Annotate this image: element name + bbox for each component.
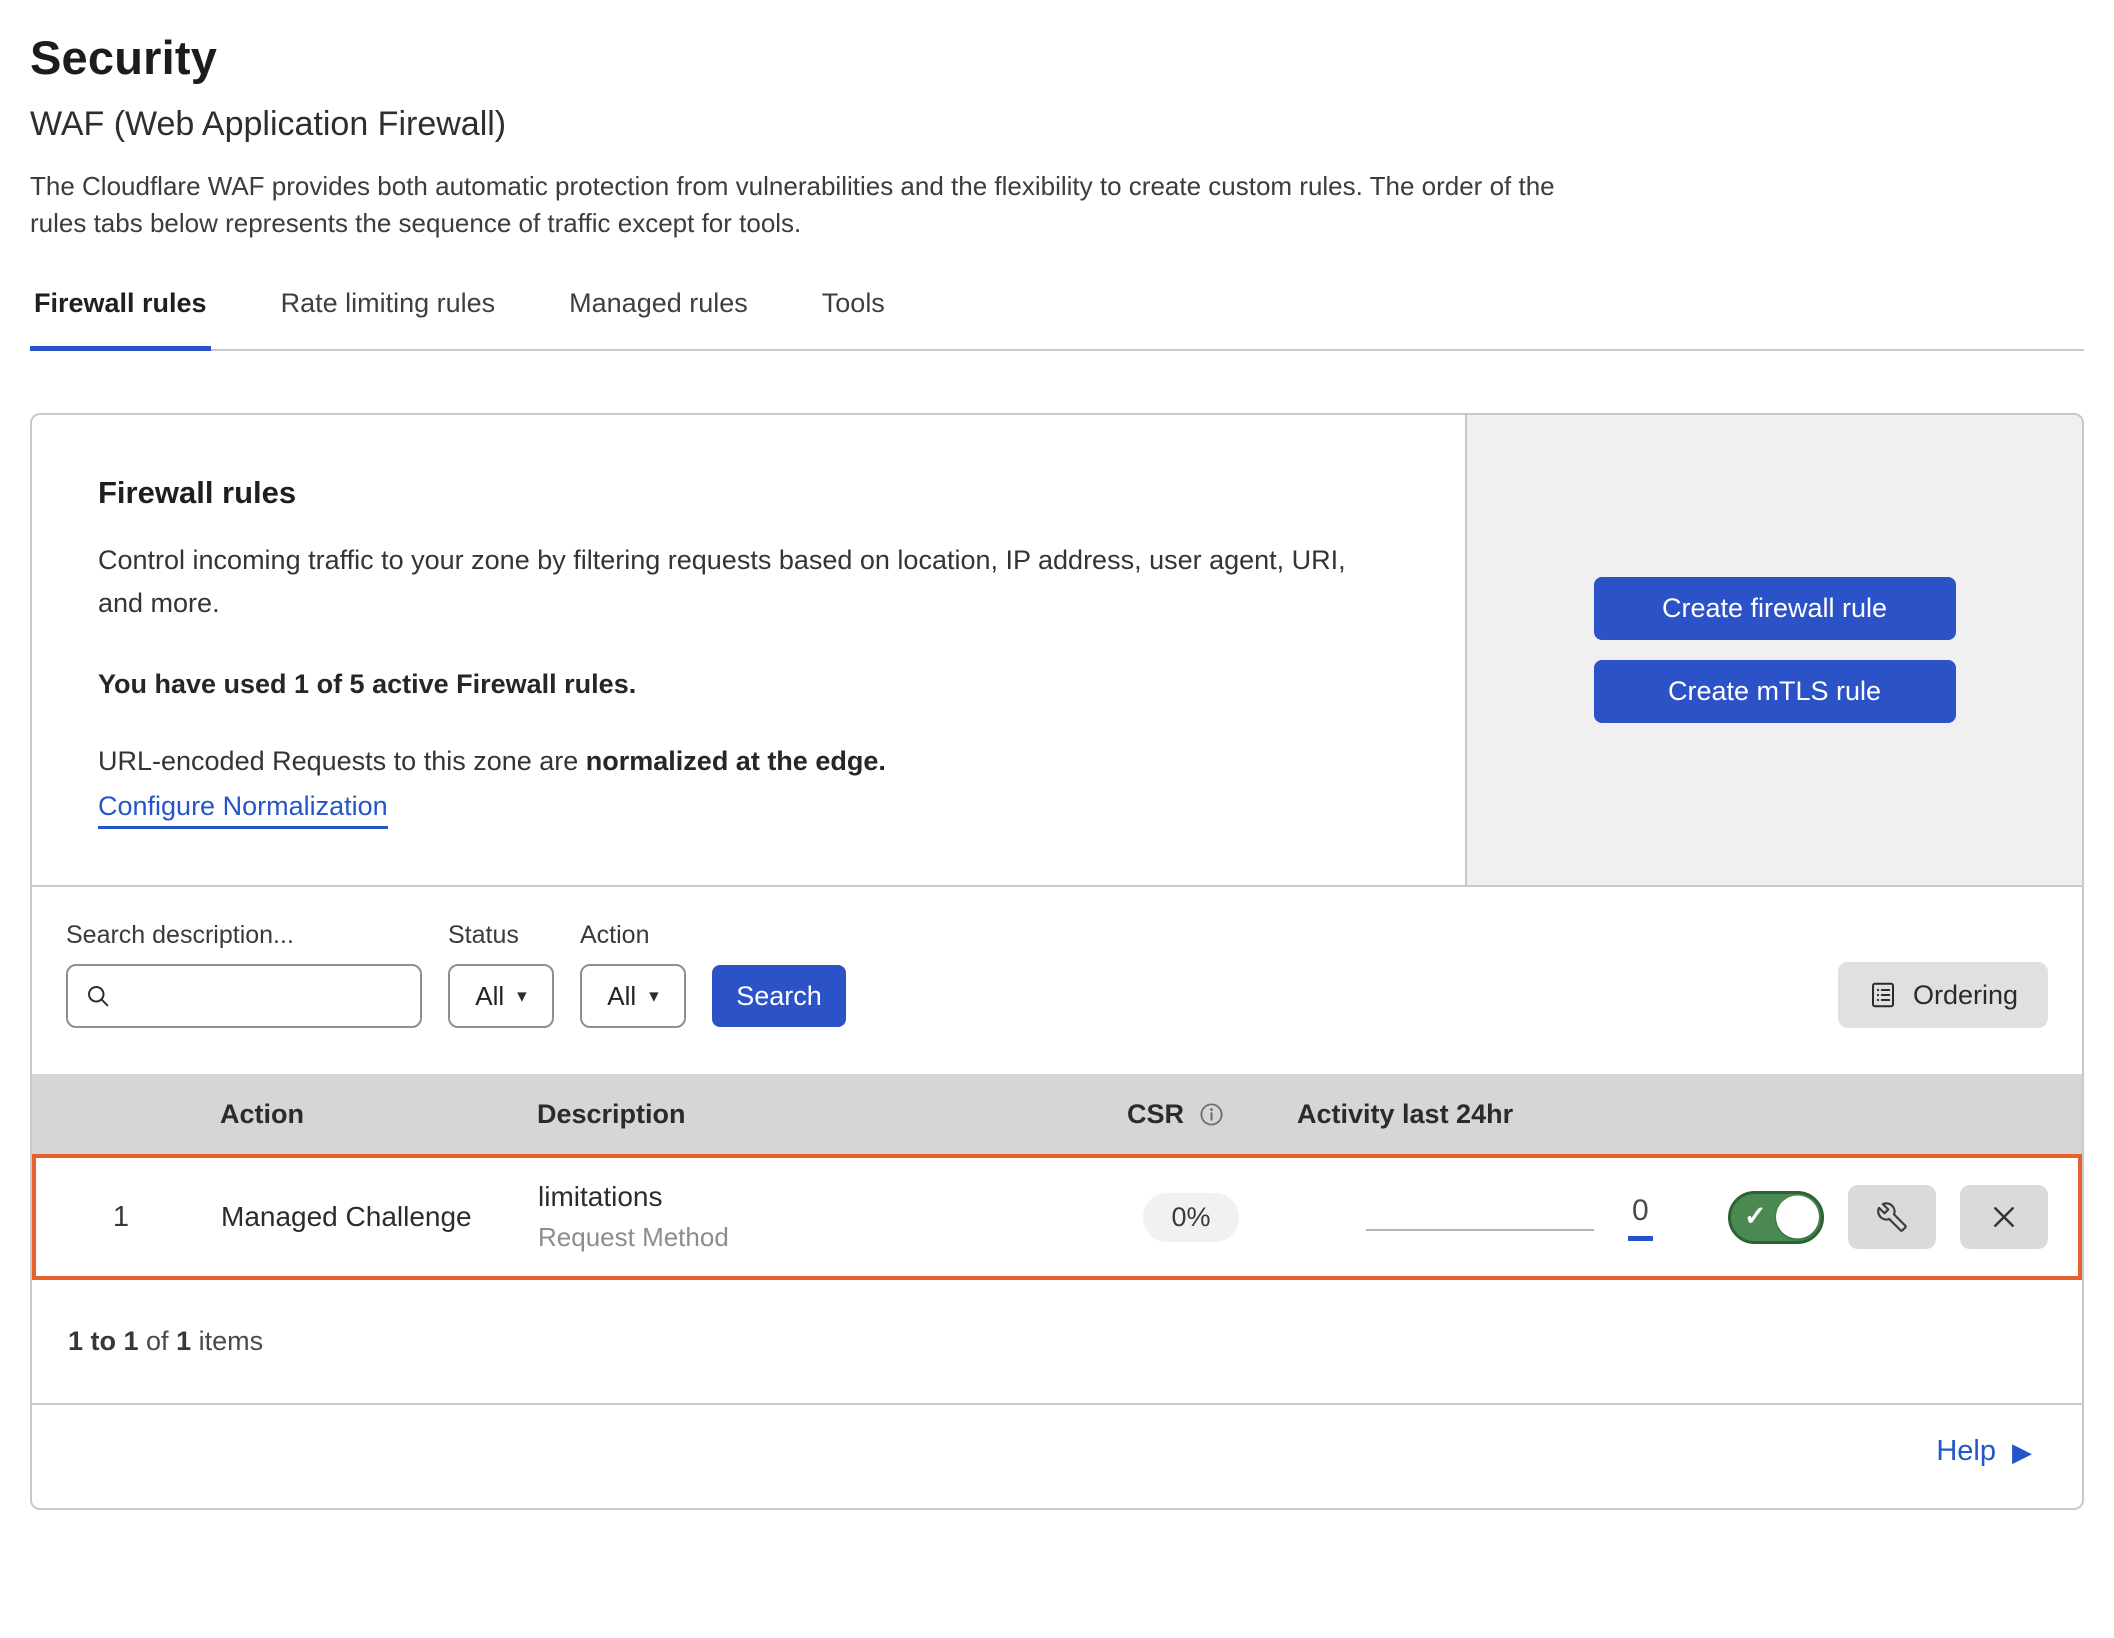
help-link[interactable]: Help ▶ bbox=[1936, 1435, 2032, 1468]
search-label: Search description... bbox=[66, 921, 422, 950]
rule-description: limitations bbox=[538, 1181, 1101, 1213]
help-row: Help ▶ bbox=[32, 1405, 2082, 1508]
page-description: The Cloudflare WAF provides both automat… bbox=[30, 168, 1575, 242]
table-row: 1 Managed Challenge limitations Request … bbox=[32, 1154, 2082, 1280]
usage-text: You have used 1 of 5 active Firewall rul… bbox=[98, 669, 1399, 700]
rule-csr-cell: 0% bbox=[1101, 1193, 1301, 1242]
csr-header-label: CSR bbox=[1127, 1099, 1184, 1130]
page-title: Security bbox=[30, 30, 2084, 85]
firewall-rules-info: Firewall rules Control incoming traffic … bbox=[32, 415, 1465, 885]
close-icon bbox=[1989, 1202, 2019, 1232]
items-text: items bbox=[191, 1326, 263, 1356]
chevron-down-icon: ▾ bbox=[649, 987, 659, 1006]
action-select-value: All bbox=[607, 981, 636, 1012]
rule-description-expression: Request Method bbox=[538, 1222, 1101, 1253]
activity-count-link[interactable]: 0 bbox=[1628, 1194, 1653, 1241]
tab-managed-rules[interactable]: Managed rules bbox=[565, 288, 752, 349]
filter-bar: Search description... Status bbox=[32, 885, 2082, 1074]
table-header: Action Description CSR Activity last 24h… bbox=[32, 1074, 2082, 1154]
normalization-text-regular: URL-encoded Requests to this zone are bbox=[98, 746, 586, 776]
action-filter-group: Action All ▾ bbox=[580, 921, 686, 1028]
arrow-right-icon: ▶ bbox=[2012, 1439, 2032, 1465]
create-firewall-rule-button[interactable]: Create firewall rule bbox=[1594, 577, 1956, 640]
table-footer: 1 to 1 of 1 items bbox=[32, 1280, 2082, 1405]
actions-panel: Create firewall rule Create mTLS rule bbox=[1465, 415, 2082, 885]
csr-column-header: CSR bbox=[1097, 1099, 1297, 1130]
delete-rule-button[interactable] bbox=[1960, 1185, 2048, 1249]
filter-controls: Search description... Status bbox=[66, 921, 846, 1028]
configure-normalization-link[interactable]: Configure Normalization bbox=[98, 791, 388, 829]
rule-action: Managed Challenge bbox=[206, 1201, 526, 1233]
search-button[interactable]: Search bbox=[712, 965, 846, 1027]
edit-rule-button[interactable] bbox=[1848, 1185, 1936, 1249]
firewall-rules-card: Firewall rules Control incoming traffic … bbox=[30, 413, 2084, 1510]
action-column-header: Action bbox=[202, 1099, 522, 1130]
rule-description-cell: limitations Request Method bbox=[526, 1181, 1101, 1253]
info-icon[interactable] bbox=[1198, 1101, 1225, 1128]
security-waf-page: Security WAF (Web Application Firewall) … bbox=[0, 0, 2114, 1510]
rule-priority: 1 bbox=[36, 1201, 206, 1234]
ordering-button-label: Ordering bbox=[1913, 980, 2018, 1011]
normalization-text: URL-encoded Requests to this zone are no… bbox=[98, 746, 1399, 777]
status-filter-group: Status All ▾ bbox=[448, 921, 554, 1028]
action-select[interactable]: All ▾ bbox=[580, 964, 686, 1028]
rule-enabled-toggle[interactable]: ✓ bbox=[1728, 1191, 1824, 1244]
waf-tabs: Firewall rules Rate limiting rules Manag… bbox=[30, 288, 2084, 351]
of-text: of bbox=[139, 1326, 177, 1356]
ordering-list-icon bbox=[1868, 980, 1898, 1010]
create-mtls-rule-button[interactable]: Create mTLS rule bbox=[1594, 660, 1956, 723]
csr-badge: 0% bbox=[1143, 1193, 1238, 1242]
items-range: 1 to 1 bbox=[68, 1326, 139, 1356]
description-column-header: Description bbox=[522, 1099, 1097, 1130]
wrench-icon bbox=[1877, 1202, 1907, 1232]
status-label: Status bbox=[448, 921, 554, 950]
card-description: Control incoming traffic to your zone by… bbox=[98, 539, 1348, 625]
ordering-button[interactable]: Ordering bbox=[1838, 962, 2048, 1028]
status-select-value: All bbox=[475, 981, 504, 1012]
rule-activity-cell: 0 bbox=[1301, 1194, 1726, 1241]
normalization-text-bold: normalized at the edge. bbox=[586, 746, 886, 776]
action-label: Action bbox=[580, 921, 686, 950]
search-input[interactable] bbox=[124, 981, 404, 1012]
chevron-down-icon: ▾ bbox=[517, 987, 527, 1006]
toggle-knob bbox=[1776, 1196, 1819, 1239]
card-heading: Firewall rules bbox=[98, 475, 1399, 511]
search-box bbox=[66, 964, 422, 1028]
tab-firewall-rules[interactable]: Firewall rules bbox=[30, 288, 211, 351]
check-icon: ✓ bbox=[1744, 1201, 1767, 1232]
help-label: Help bbox=[1936, 1435, 1996, 1468]
items-total: 1 bbox=[176, 1326, 191, 1356]
page-subtitle: WAF (Web Application Firewall) bbox=[30, 105, 2084, 144]
card-top-section: Firewall rules Control incoming traffic … bbox=[32, 415, 2082, 885]
status-select[interactable]: All ▾ bbox=[448, 964, 554, 1028]
activity-sparkline bbox=[1366, 1229, 1594, 1231]
search-filter-group: Search description... bbox=[66, 921, 422, 1028]
tab-rate-limiting-rules[interactable]: Rate limiting rules bbox=[277, 288, 500, 349]
tab-tools[interactable]: Tools bbox=[818, 288, 889, 349]
search-icon bbox=[84, 982, 112, 1010]
activity-column-header: Activity last 24hr bbox=[1297, 1099, 1722, 1130]
rule-controls: ✓ bbox=[1726, 1185, 2078, 1249]
